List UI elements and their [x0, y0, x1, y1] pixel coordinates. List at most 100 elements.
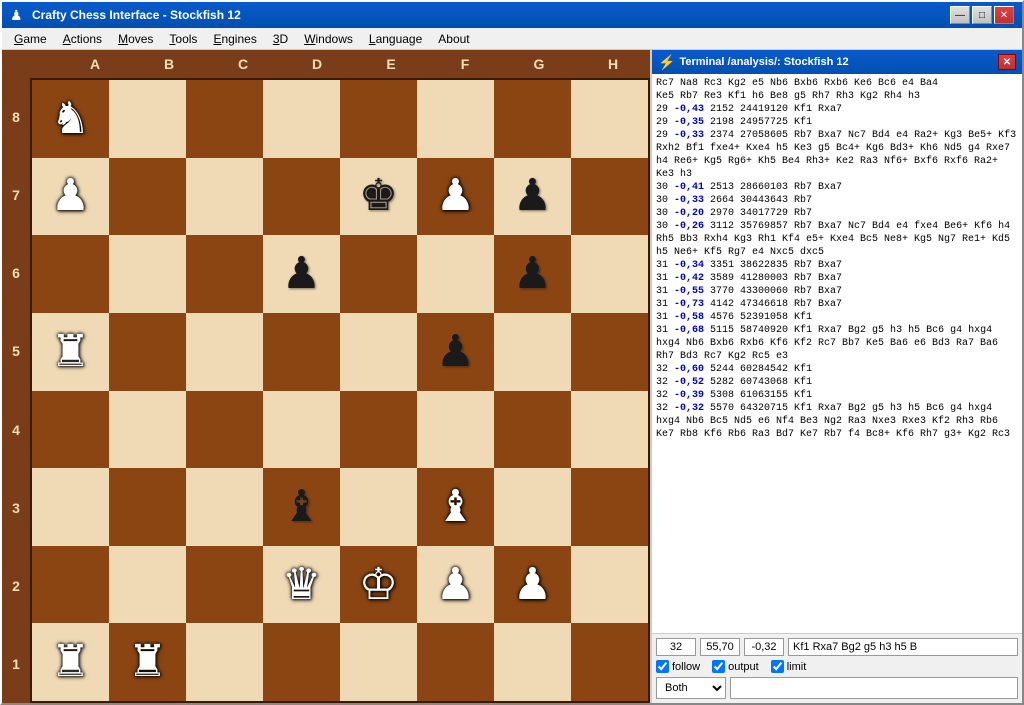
- follow-checkbox-label[interactable]: follow: [656, 660, 700, 673]
- square-h8[interactable]: [571, 80, 648, 158]
- square-e1[interactable]: [340, 623, 417, 701]
- square-a8[interactable]: ♞: [32, 80, 109, 158]
- square-c1[interactable]: [186, 623, 263, 701]
- square-g7[interactable]: ♟: [494, 158, 571, 236]
- square-f3[interactable]: ♝: [417, 468, 494, 546]
- white-pawn-g2[interactable]: ♟: [513, 563, 552, 607]
- square-b2[interactable]: [109, 546, 186, 624]
- white-knight-a8[interactable]: ♞: [51, 97, 90, 141]
- square-a2[interactable]: [32, 546, 109, 624]
- white-pawn-a7[interactable]: ♟: [51, 174, 90, 218]
- square-d4[interactable]: [263, 391, 340, 469]
- square-f4[interactable]: [417, 391, 494, 469]
- square-d3[interactable]: ♝: [263, 468, 340, 546]
- square-f2[interactable]: ♟: [417, 546, 494, 624]
- square-h1[interactable]: [571, 623, 648, 701]
- square-e8[interactable]: [340, 80, 417, 158]
- square-g4[interactable]: [494, 391, 571, 469]
- square-c2[interactable]: [186, 546, 263, 624]
- menu-language[interactable]: Language: [361, 30, 430, 48]
- white-queen-d2[interactable]: ♛: [282, 563, 321, 607]
- black-pawn-f5[interactable]: ♟: [436, 330, 475, 374]
- limit-checkbox-label[interactable]: limit: [771, 660, 807, 673]
- square-d6[interactable]: ♟: [263, 235, 340, 313]
- square-h4[interactable]: [571, 391, 648, 469]
- square-g6[interactable]: ♟: [494, 235, 571, 313]
- black-king-e7[interactable]: ♚: [359, 174, 398, 218]
- white-king-e2[interactable]: ♔: [359, 563, 398, 607]
- menu-3d[interactable]: 3D: [265, 30, 296, 48]
- command-input[interactable]: [730, 677, 1018, 699]
- terminal-close-button[interactable]: ✕: [998, 54, 1016, 70]
- square-f6[interactable]: [417, 235, 494, 313]
- square-c5[interactable]: [186, 313, 263, 391]
- square-e2[interactable]: ♔: [340, 546, 417, 624]
- square-g5[interactable]: [494, 313, 571, 391]
- square-f7[interactable]: ♟: [417, 158, 494, 236]
- square-h6[interactable]: [571, 235, 648, 313]
- square-b8[interactable]: [109, 80, 186, 158]
- square-a7[interactable]: ♟: [32, 158, 109, 236]
- square-e3[interactable]: [340, 468, 417, 546]
- black-pawn-g6[interactable]: ♟: [513, 252, 552, 296]
- square-e7[interactable]: ♚: [340, 158, 417, 236]
- square-a4[interactable]: [32, 391, 109, 469]
- square-f5[interactable]: ♟: [417, 313, 494, 391]
- square-h7[interactable]: [571, 158, 648, 236]
- square-d5[interactable]: [263, 313, 340, 391]
- black-bishop-d3[interactable]: ♝: [282, 485, 321, 529]
- square-a3[interactable]: [32, 468, 109, 546]
- square-d7[interactable]: [263, 158, 340, 236]
- square-b4[interactable]: [109, 391, 186, 469]
- black-pawn-g7[interactable]: ♟: [513, 174, 552, 218]
- menu-about[interactable]: About: [430, 30, 477, 48]
- white-bishop-f3[interactable]: ♝: [436, 485, 475, 529]
- square-d2[interactable]: ♛: [263, 546, 340, 624]
- square-a1[interactable]: ♜: [32, 623, 109, 701]
- square-b6[interactable]: [109, 235, 186, 313]
- black-pawn-d6[interactable]: ♟: [282, 252, 321, 296]
- square-g1[interactable]: [494, 623, 571, 701]
- square-e5[interactable]: [340, 313, 417, 391]
- output-checkbox-label[interactable]: output: [712, 660, 759, 673]
- white-rook-a5[interactable]: ♜: [51, 330, 90, 374]
- minimize-button[interactable]: —: [950, 6, 970, 24]
- square-e4[interactable]: [340, 391, 417, 469]
- output-checkbox[interactable]: [712, 660, 725, 673]
- menu-tools[interactable]: Tools: [161, 30, 205, 48]
- square-c3[interactable]: [186, 468, 263, 546]
- white-rook-a1[interactable]: ♜: [51, 640, 90, 684]
- square-f1[interactable]: [417, 623, 494, 701]
- square-a6[interactable]: [32, 235, 109, 313]
- square-b3[interactable]: [109, 468, 186, 546]
- terminal-output[interactable]: Rc7 Na8 Rc3 Kg2 e5 Nb6 Bxb6 Rxb6 Ke6 Bc6…: [652, 74, 1022, 633]
- square-c6[interactable]: [186, 235, 263, 313]
- menu-actions[interactable]: Actions: [55, 30, 110, 48]
- square-g2[interactable]: ♟: [494, 546, 571, 624]
- square-g3[interactable]: [494, 468, 571, 546]
- white-pawn-f7[interactable]: ♟: [436, 174, 475, 218]
- menu-engines[interactable]: Engines: [205, 30, 264, 48]
- square-c4[interactable]: [186, 391, 263, 469]
- square-c7[interactable]: [186, 158, 263, 236]
- square-b1[interactable]: ♜: [109, 623, 186, 701]
- menu-moves[interactable]: Moves: [110, 30, 161, 48]
- side-selector[interactable]: Both White Black: [656, 677, 726, 699]
- chess-board[interactable]: ♞ ♟ ♚ ♟ ♟ ♟ ♟ ♜ ♟ ♝ ♝ ♛ ♔ ♟ ♟ ♜ ♜: [30, 78, 650, 703]
- menu-game[interactable]: Game: [6, 30, 55, 48]
- square-d1[interactable]: [263, 623, 340, 701]
- square-g8[interactable]: [494, 80, 571, 158]
- maximize-button[interactable]: □: [972, 6, 992, 24]
- white-pawn-f2[interactable]: ♟: [436, 563, 475, 607]
- close-button[interactable]: ✕: [994, 6, 1014, 24]
- square-h2[interactable]: [571, 546, 648, 624]
- white-rook-b1[interactable]: ♜: [128, 640, 167, 684]
- square-b5[interactable]: [109, 313, 186, 391]
- follow-checkbox[interactable]: [656, 660, 669, 673]
- square-h3[interactable]: [571, 468, 648, 546]
- square-c8[interactable]: [186, 80, 263, 158]
- limit-checkbox[interactable]: [771, 660, 784, 673]
- square-a5[interactable]: ♜: [32, 313, 109, 391]
- square-b7[interactable]: [109, 158, 186, 236]
- square-f8[interactable]: [417, 80, 494, 158]
